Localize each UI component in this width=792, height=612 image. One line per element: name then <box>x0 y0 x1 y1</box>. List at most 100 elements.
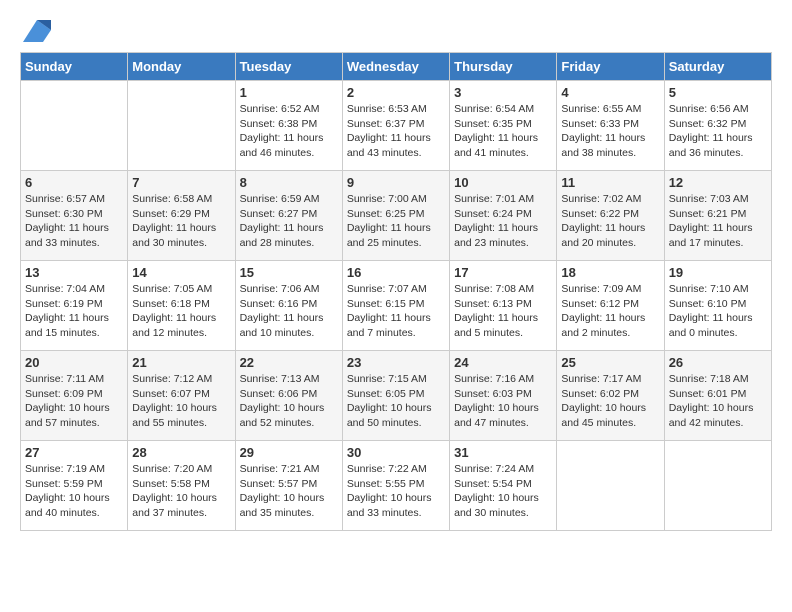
day-detail: Sunrise: 7:10 AMSunset: 6:10 PMDaylight:… <box>669 282 767 341</box>
day-number: 14 <box>132 265 230 280</box>
day-number: 7 <box>132 175 230 190</box>
calendar-cell: 22 Sunrise: 7:13 AMSunset: 6:06 PMDaylig… <box>235 351 342 441</box>
calendar-cell: 9 Sunrise: 7:00 AMSunset: 6:25 PMDayligh… <box>342 171 449 261</box>
calendar-cell: 6 Sunrise: 6:57 AMSunset: 6:30 PMDayligh… <box>21 171 128 261</box>
day-number: 24 <box>454 355 552 370</box>
day-number: 5 <box>669 85 767 100</box>
calendar-cell: 20 Sunrise: 7:11 AMSunset: 6:09 PMDaylig… <box>21 351 128 441</box>
page-header <box>20 20 772 42</box>
calendar-cell: 17 Sunrise: 7:08 AMSunset: 6:13 PMDaylig… <box>450 261 557 351</box>
calendar-week-row: 27 Sunrise: 7:19 AMSunset: 5:59 PMDaylig… <box>21 441 772 531</box>
weekday-header: Monday <box>128 53 235 81</box>
day-number: 10 <box>454 175 552 190</box>
day-detail: Sunrise: 7:07 AMSunset: 6:15 PMDaylight:… <box>347 282 445 341</box>
calendar-cell: 31 Sunrise: 7:24 AMSunset: 5:54 PMDaylig… <box>450 441 557 531</box>
day-detail: Sunrise: 6:52 AMSunset: 6:38 PMDaylight:… <box>240 102 338 161</box>
day-detail: Sunrise: 6:56 AMSunset: 6:32 PMDaylight:… <box>669 102 767 161</box>
calendar-cell: 25 Sunrise: 7:17 AMSunset: 6:02 PMDaylig… <box>557 351 664 441</box>
day-detail: Sunrise: 7:02 AMSunset: 6:22 PMDaylight:… <box>561 192 659 251</box>
calendar-cell: 5 Sunrise: 6:56 AMSunset: 6:32 PMDayligh… <box>664 81 771 171</box>
day-detail: Sunrise: 7:00 AMSunset: 6:25 PMDaylight:… <box>347 192 445 251</box>
day-detail: Sunrise: 7:22 AMSunset: 5:55 PMDaylight:… <box>347 462 445 521</box>
day-detail: Sunrise: 7:20 AMSunset: 5:58 PMDaylight:… <box>132 462 230 521</box>
day-number: 26 <box>669 355 767 370</box>
weekday-header: Sunday <box>21 53 128 81</box>
day-number: 22 <box>240 355 338 370</box>
day-detail: Sunrise: 7:21 AMSunset: 5:57 PMDaylight:… <box>240 462 338 521</box>
day-detail: Sunrise: 7:17 AMSunset: 6:02 PMDaylight:… <box>561 372 659 431</box>
weekday-header: Tuesday <box>235 53 342 81</box>
weekday-header: Thursday <box>450 53 557 81</box>
calendar-cell: 19 Sunrise: 7:10 AMSunset: 6:10 PMDaylig… <box>664 261 771 351</box>
day-number: 6 <box>25 175 123 190</box>
day-number: 9 <box>347 175 445 190</box>
day-number: 2 <box>347 85 445 100</box>
day-number: 29 <box>240 445 338 460</box>
calendar-week-row: 20 Sunrise: 7:11 AMSunset: 6:09 PMDaylig… <box>21 351 772 441</box>
day-detail: Sunrise: 7:04 AMSunset: 6:19 PMDaylight:… <box>25 282 123 341</box>
day-number: 8 <box>240 175 338 190</box>
calendar-cell: 8 Sunrise: 6:59 AMSunset: 6:27 PMDayligh… <box>235 171 342 261</box>
calendar-cell: 15 Sunrise: 7:06 AMSunset: 6:16 PMDaylig… <box>235 261 342 351</box>
day-detail: Sunrise: 7:13 AMSunset: 6:06 PMDaylight:… <box>240 372 338 431</box>
day-detail: Sunrise: 6:55 AMSunset: 6:33 PMDaylight:… <box>561 102 659 161</box>
day-detail: Sunrise: 7:09 AMSunset: 6:12 PMDaylight:… <box>561 282 659 341</box>
calendar-cell: 30 Sunrise: 7:22 AMSunset: 5:55 PMDaylig… <box>342 441 449 531</box>
weekday-header: Saturday <box>664 53 771 81</box>
calendar-cell: 28 Sunrise: 7:20 AMSunset: 5:58 PMDaylig… <box>128 441 235 531</box>
day-number: 17 <box>454 265 552 280</box>
calendar-cell: 14 Sunrise: 7:05 AMSunset: 6:18 PMDaylig… <box>128 261 235 351</box>
day-detail: Sunrise: 7:06 AMSunset: 6:16 PMDaylight:… <box>240 282 338 341</box>
day-number: 12 <box>669 175 767 190</box>
day-number: 18 <box>561 265 659 280</box>
day-detail: Sunrise: 7:08 AMSunset: 6:13 PMDaylight:… <box>454 282 552 341</box>
calendar-cell: 3 Sunrise: 6:54 AMSunset: 6:35 PMDayligh… <box>450 81 557 171</box>
day-detail: Sunrise: 7:19 AMSunset: 5:59 PMDaylight:… <box>25 462 123 521</box>
day-number: 30 <box>347 445 445 460</box>
day-number: 20 <box>25 355 123 370</box>
calendar-table: SundayMondayTuesdayWednesdayThursdayFrid… <box>20 52 772 531</box>
day-detail: Sunrise: 6:54 AMSunset: 6:35 PMDaylight:… <box>454 102 552 161</box>
day-number: 21 <box>132 355 230 370</box>
day-detail: Sunrise: 7:18 AMSunset: 6:01 PMDaylight:… <box>669 372 767 431</box>
calendar-cell: 11 Sunrise: 7:02 AMSunset: 6:22 PMDaylig… <box>557 171 664 261</box>
weekday-header: Friday <box>557 53 664 81</box>
calendar-cell: 23 Sunrise: 7:15 AMSunset: 6:05 PMDaylig… <box>342 351 449 441</box>
day-detail: Sunrise: 6:57 AMSunset: 6:30 PMDaylight:… <box>25 192 123 251</box>
day-detail: Sunrise: 7:11 AMSunset: 6:09 PMDaylight:… <box>25 372 123 431</box>
day-number: 4 <box>561 85 659 100</box>
day-number: 28 <box>132 445 230 460</box>
calendar-cell: 16 Sunrise: 7:07 AMSunset: 6:15 PMDaylig… <box>342 261 449 351</box>
day-detail: Sunrise: 7:15 AMSunset: 6:05 PMDaylight:… <box>347 372 445 431</box>
logo-icon <box>23 20 51 42</box>
calendar-week-row: 1 Sunrise: 6:52 AMSunset: 6:38 PMDayligh… <box>21 81 772 171</box>
calendar-week-row: 6 Sunrise: 6:57 AMSunset: 6:30 PMDayligh… <box>21 171 772 261</box>
day-number: 16 <box>347 265 445 280</box>
day-detail: Sunrise: 7:05 AMSunset: 6:18 PMDaylight:… <box>132 282 230 341</box>
calendar-cell: 24 Sunrise: 7:16 AMSunset: 6:03 PMDaylig… <box>450 351 557 441</box>
day-number: 15 <box>240 265 338 280</box>
day-number: 27 <box>25 445 123 460</box>
day-number: 13 <box>25 265 123 280</box>
calendar-cell: 12 Sunrise: 7:03 AMSunset: 6:21 PMDaylig… <box>664 171 771 261</box>
day-number: 23 <box>347 355 445 370</box>
weekday-header-row: SundayMondayTuesdayWednesdayThursdayFrid… <box>21 53 772 81</box>
calendar-cell: 13 Sunrise: 7:04 AMSunset: 6:19 PMDaylig… <box>21 261 128 351</box>
calendar-week-row: 13 Sunrise: 7:04 AMSunset: 6:19 PMDaylig… <box>21 261 772 351</box>
logo <box>20 20 51 42</box>
day-number: 25 <box>561 355 659 370</box>
calendar-cell <box>21 81 128 171</box>
calendar-cell: 4 Sunrise: 6:55 AMSunset: 6:33 PMDayligh… <box>557 81 664 171</box>
day-detail: Sunrise: 6:59 AMSunset: 6:27 PMDaylight:… <box>240 192 338 251</box>
weekday-header: Wednesday <box>342 53 449 81</box>
day-detail: Sunrise: 7:16 AMSunset: 6:03 PMDaylight:… <box>454 372 552 431</box>
calendar-cell <box>557 441 664 531</box>
day-detail: Sunrise: 7:24 AMSunset: 5:54 PMDaylight:… <box>454 462 552 521</box>
calendar-cell: 29 Sunrise: 7:21 AMSunset: 5:57 PMDaylig… <box>235 441 342 531</box>
calendar-cell: 10 Sunrise: 7:01 AMSunset: 6:24 PMDaylig… <box>450 171 557 261</box>
day-number: 19 <box>669 265 767 280</box>
day-number: 31 <box>454 445 552 460</box>
calendar-cell: 18 Sunrise: 7:09 AMSunset: 6:12 PMDaylig… <box>557 261 664 351</box>
day-detail: Sunrise: 7:12 AMSunset: 6:07 PMDaylight:… <box>132 372 230 431</box>
calendar-cell <box>128 81 235 171</box>
